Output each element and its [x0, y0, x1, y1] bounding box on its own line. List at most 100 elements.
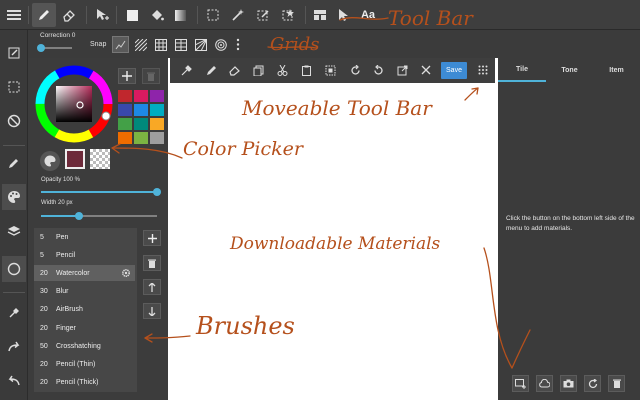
main-toolbar: Aa [0, 0, 640, 30]
cut-icon[interactable] [274, 62, 290, 78]
brush-panel-icon[interactable] [2, 150, 26, 176]
left-rail [0, 30, 28, 400]
paste-icon[interactable] [298, 62, 314, 78]
redo-icon[interactable] [2, 334, 26, 360]
snap-off-button[interactable] [112, 36, 129, 53]
pen-icon[interactable] [203, 62, 219, 78]
snap-radial-button[interactable] [212, 36, 229, 53]
snap-grid-button[interactable] [152, 36, 169, 53]
brush-list-item[interactable]: 20 Watercolor [34, 265, 135, 282]
select-eraser-icon[interactable] [276, 3, 300, 27]
magic-wand-icon[interactable] [226, 3, 250, 27]
select-rect-icon[interactable] [201, 3, 225, 27]
color-swatch[interactable] [150, 132, 164, 144]
no-entry-icon[interactable] [2, 108, 26, 134]
color-swatch[interactable] [134, 104, 148, 116]
delete-material-icon[interactable] [608, 375, 625, 392]
deselect-icon[interactable] [322, 62, 338, 78]
add-material-icon[interactable] [512, 375, 529, 392]
materials-panel-icon[interactable] [2, 256, 26, 282]
save-button[interactable]: Save [441, 62, 467, 79]
toolbar-divider [86, 6, 87, 24]
brush-list-item[interactable]: 5 Pen [34, 229, 135, 245]
brush-list-item[interactable]: 50 Crosshatching [34, 338, 135, 354]
pen-tool-icon[interactable] [32, 3, 56, 27]
color-swatch[interactable] [134, 132, 148, 144]
fill-rect-icon[interactable] [120, 3, 144, 27]
floating-toolbar[interactable]: Save [170, 58, 495, 83]
eyedropper-icon[interactable] [178, 62, 194, 78]
transparent-color-swatch[interactable] [90, 149, 110, 169]
add-swatch-button[interactable] [118, 68, 136, 84]
select-pen-icon[interactable] [251, 3, 275, 27]
delete-brush-button[interactable] [143, 255, 161, 271]
rail-divider [3, 145, 25, 146]
color-swatch[interactable] [118, 118, 132, 130]
refresh-icon[interactable] [584, 375, 601, 392]
color-swatch[interactable] [134, 90, 148, 102]
download-cloud-icon[interactable] [536, 375, 553, 392]
brush-size: 20 [40, 306, 48, 314]
gradient-icon[interactable] [168, 3, 192, 27]
tab-tile[interactable]: Tile [498, 58, 546, 82]
snap-perspective-button[interactable] [192, 36, 209, 53]
selection-icon[interactable] [2, 74, 26, 100]
cursor-icon[interactable] [331, 3, 355, 27]
rotate-left-icon[interactable] [347, 62, 363, 78]
color-swatch[interactable] [150, 104, 164, 116]
copy-icon[interactable] [250, 62, 266, 78]
eyedropper-icon[interactable] [2, 300, 26, 326]
brush-list-item[interactable]: 5 Pencil [34, 247, 135, 263]
transform-icon[interactable] [394, 62, 410, 78]
color-swatch[interactable] [118, 104, 132, 116]
close-icon[interactable] [418, 62, 434, 78]
brush-list-item[interactable]: 30 Blur [34, 284, 135, 300]
brush-size: 20 [40, 324, 48, 332]
eraser-icon[interactable] [226, 62, 242, 78]
toolbar-divider [197, 6, 198, 24]
snap-lines-button[interactable] [172, 36, 189, 53]
move-select-icon[interactable] [90, 3, 114, 27]
camera-icon[interactable] [560, 375, 577, 392]
palette-button[interactable] [40, 151, 60, 171]
palette-panel-icon[interactable] [2, 184, 26, 210]
menu-icon[interactable] [2, 3, 26, 27]
delete-swatch-button[interactable] [142, 68, 160, 84]
color-swatch[interactable] [134, 118, 148, 130]
text-tool-button[interactable]: Aa [356, 3, 380, 27]
layout-icon[interactable] [308, 3, 332, 27]
brush-list-item[interactable]: 20 Pencil (Thick) [34, 375, 135, 391]
edit-icon[interactable] [2, 40, 26, 66]
color-swatch[interactable] [118, 90, 132, 102]
eraser-tool-icon[interactable] [57, 3, 81, 27]
annotation-moveable: Moveable Tool Bar [242, 96, 432, 120]
tab-tone[interactable]: Tone [546, 58, 593, 82]
snap-parallel-button[interactable] [132, 36, 149, 53]
color-wheel[interactable] [34, 64, 114, 144]
color-swatch[interactable] [118, 132, 132, 144]
drag-handle-icon[interactable] [475, 62, 491, 78]
opacity-slider-knob[interactable] [153, 188, 161, 196]
move-brush-down-button[interactable] [143, 303, 161, 319]
tab-item[interactable]: Item [593, 58, 640, 82]
bucket-icon[interactable] [145, 3, 169, 27]
brush-list-item[interactable]: 20 Pencil (Thin) [34, 356, 135, 372]
width-label: Width 20 px [41, 200, 73, 206]
correction-slider-knob[interactable] [37, 44, 45, 52]
brush-list-item[interactable]: 20 AirBrush [34, 302, 135, 318]
layers-icon[interactable] [2, 218, 26, 244]
rail-divider [3, 292, 25, 293]
more-options-icon[interactable] [236, 38, 240, 51]
brush-name: Blur [56, 288, 69, 296]
width-slider-fill [41, 215, 80, 217]
color-swatch[interactable] [150, 90, 164, 102]
add-brush-button[interactable] [143, 230, 161, 246]
undo-icon[interactable] [2, 368, 26, 394]
brush-settings-icon[interactable] [121, 265, 131, 283]
rotate-right-icon[interactable] [370, 62, 386, 78]
width-slider-knob[interactable] [75, 212, 84, 220]
color-swatch[interactable] [150, 118, 164, 130]
brush-list-item[interactable]: 20 Finger [34, 320, 135, 336]
move-brush-up-button[interactable] [143, 279, 161, 295]
current-color-swatch[interactable] [65, 149, 85, 169]
